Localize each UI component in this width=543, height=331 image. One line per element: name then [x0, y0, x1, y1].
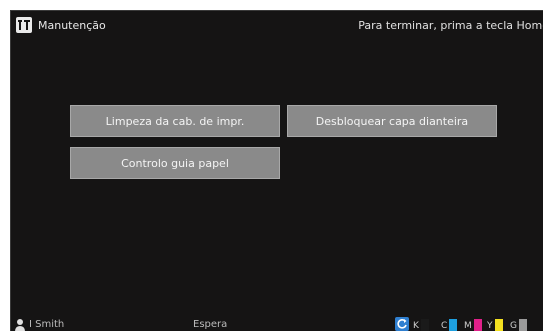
ink-fill: [420, 319, 429, 331]
ink-label: Y: [487, 321, 493, 331]
user-name: I Smith: [29, 319, 65, 330]
page-title: Manutenção: [38, 19, 106, 32]
ink-fill: [518, 319, 527, 331]
ink-bar: [420, 319, 429, 331]
ink-level-g: G: [510, 319, 527, 331]
ink-bar: [518, 319, 527, 331]
header-bar: Manutenção Para terminar, prima a tecla …: [11, 11, 543, 41]
ink-level-y: Y: [487, 319, 503, 331]
status-bar: I Smith Espera K C M Y G: [11, 317, 543, 331]
ink-label: K: [413, 321, 419, 331]
home-hint-text: Para terminar, prima a tecla Home: [358, 19, 543, 32]
unlock-front-cover-button[interactable]: Desbloquear capa dianteira: [287, 105, 497, 137]
paper-guide-control-button[interactable]: Controlo guia papel: [70, 147, 280, 179]
ink-label: C: [441, 321, 448, 331]
ink-level-m: M: [464, 319, 482, 331]
ink-level-k: K: [413, 319, 429, 331]
ink-fill: [494, 319, 503, 331]
ink-bar: [449, 319, 458, 331]
ink-bar: [473, 319, 482, 331]
ink-fill: [449, 319, 458, 331]
ink-label: G: [510, 321, 517, 331]
head-cleaning-button[interactable]: Limpeza da cab. de impr.: [70, 105, 280, 137]
maintenance-screen: Manutenção Para terminar, prima a tecla …: [10, 10, 543, 331]
ink-label: M: [464, 321, 472, 331]
ink-bar: [494, 319, 503, 331]
ink-fill: [473, 319, 482, 331]
refresh-icon[interactable]: [395, 317, 409, 331]
maintenance-icon: [16, 17, 32, 33]
ink-level-c: C: [441, 319, 458, 331]
user-icon: [15, 318, 25, 331]
machine-state: Espera: [193, 319, 228, 330]
